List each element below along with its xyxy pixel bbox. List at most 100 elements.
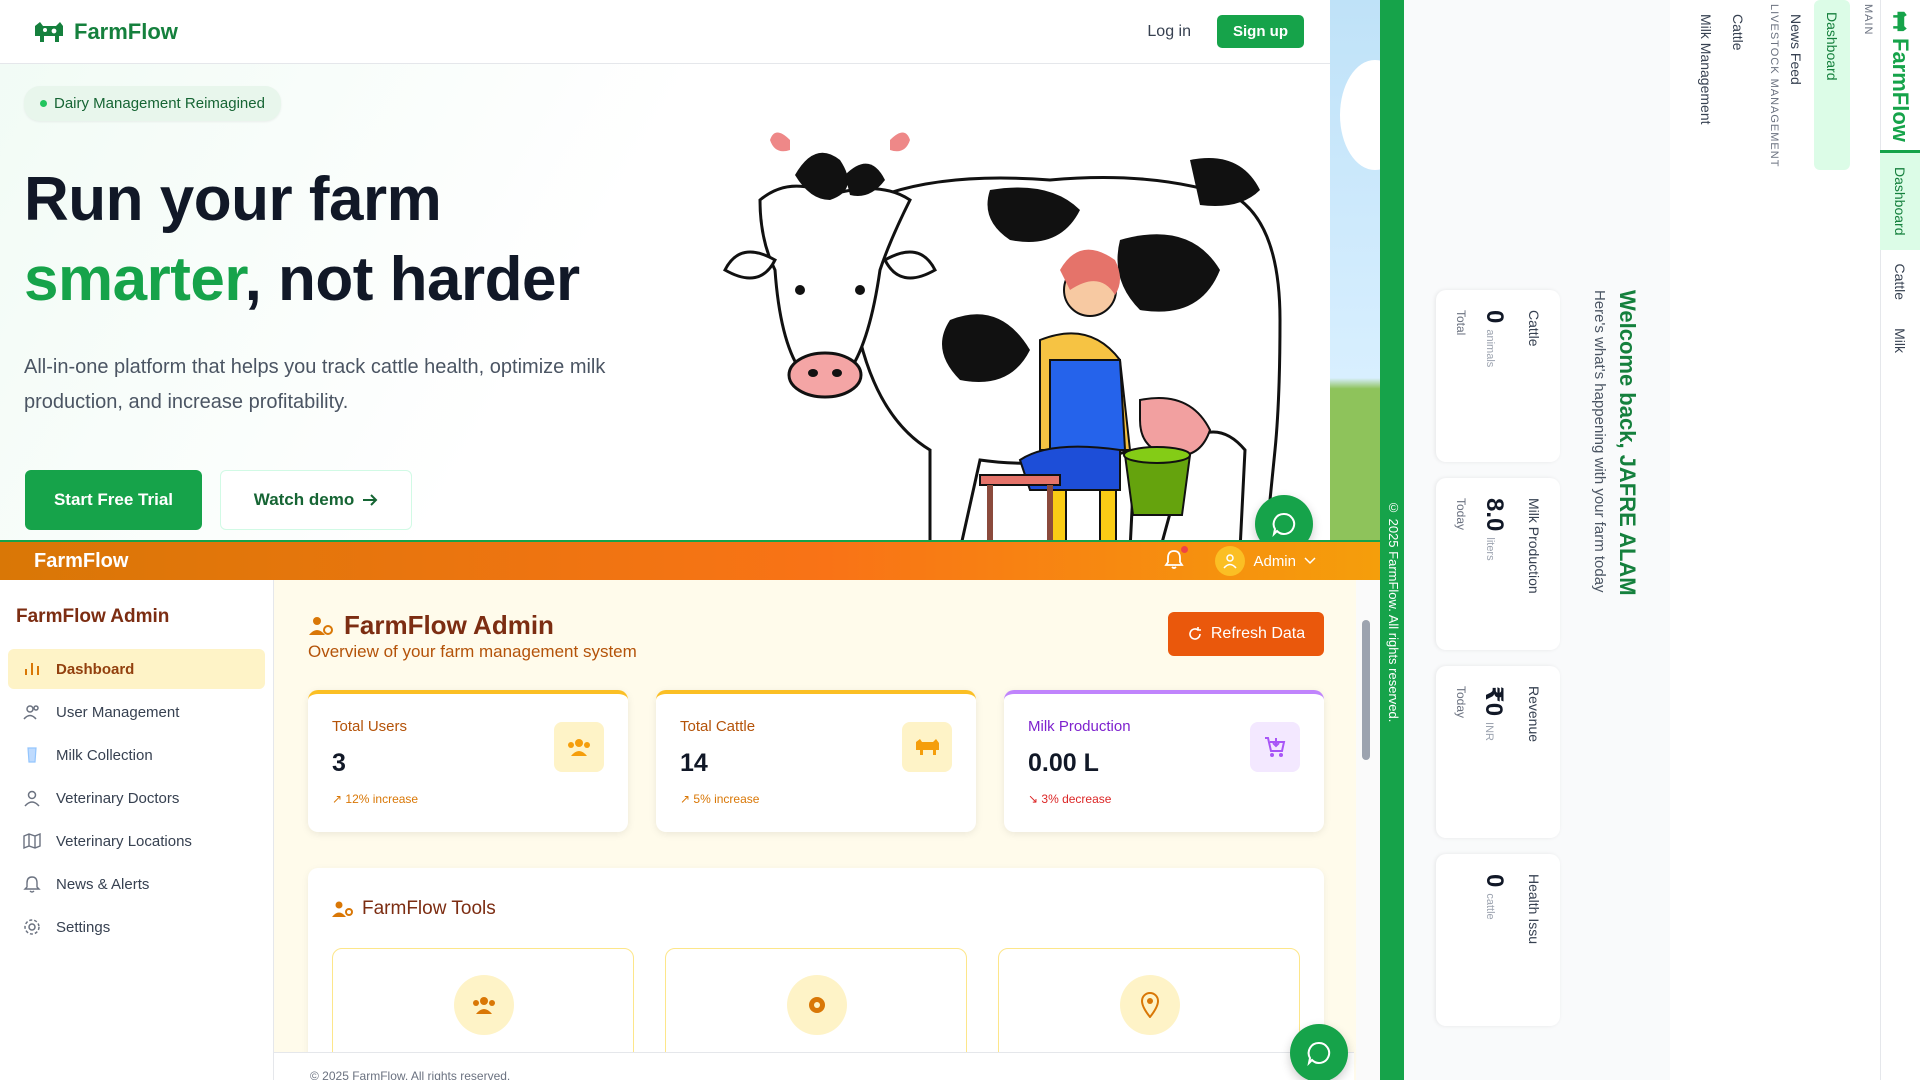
dashboard-nav: MAIN Dashboard News Feed LIVESTOCK MANAG… (1670, 0, 1880, 1080)
sidebar-item-dashboard[interactable]: Dashboard (8, 649, 265, 689)
card-title: Health Issu (1526, 874, 1542, 945)
scrollbar-thumb[interactable] (1362, 620, 1370, 760)
admin-topbar: FarmFlow Admin (0, 540, 1380, 580)
sidebar-title: FarmFlow Admin (16, 606, 170, 627)
stat-card-milk-production: Milk Production 0.00 L ↘ 3% decrease (1004, 690, 1324, 832)
nav-item-news-feed[interactable]: News Feed (1778, 14, 1814, 85)
card-value-number: 8.0 (1481, 498, 1508, 532)
green-divider-bar: © 2025 FarmFlow. All rights reserved. (1380, 0, 1404, 1080)
summary-card-milk-production: Milk Production 8.0 liters Today (1436, 478, 1560, 650)
admin-page-title-text: FarmFlow Admin (344, 610, 554, 640)
stat-delta-text: 5% increase (693, 792, 760, 806)
sidebar-item-label: Veterinary Locations (56, 832, 192, 850)
sidebar-item-veterinary-locations[interactable]: Veterinary Locations (8, 821, 265, 861)
user-gear-icon (332, 901, 353, 917)
tab-label: Dashboard (1892, 167, 1909, 236)
admin-dashboard: FarmFlow Admin FarmFlow Admin Dashboard … (0, 540, 1380, 1080)
watch-demo-label: Watch demo (253, 490, 355, 509)
refresh-data-label: Refresh Data (1210, 625, 1306, 642)
notification-dot (1181, 545, 1189, 553)
nav-section-main: MAIN (1862, 4, 1874, 36)
dashboard-brand-text: FarmFlow (1888, 38, 1914, 142)
landing-page: FarmFlow Log in Sign up Dairy Management… (0, 0, 1330, 540)
summary-card-cattle: Cattle 0 animals Total (1436, 290, 1560, 462)
hero-title-line1: Run your farm (24, 165, 442, 234)
chat-icon (1307, 1041, 1331, 1066)
rotated-dashboard-panel: FarmFlow Dashboard Cattle Milk MAIN Dash… (1404, 0, 1920, 1080)
sidebar-item-settings[interactable]: Settings (8, 907, 265, 947)
card-unit: animals (1484, 329, 1496, 368)
farmflow-tools-panel: FarmFlow Tools (308, 868, 1324, 1080)
card-unit: INR (1483, 722, 1495, 741)
tab-milk[interactable]: Milk (1881, 314, 1920, 367)
map-icon (23, 832, 41, 850)
landing-brand[interactable]: FarmFlow (32, 19, 178, 45)
cow-logo-icon (1893, 11, 1908, 32)
card-value-number: 0 (1481, 874, 1508, 888)
start-free-trial-button[interactable]: Start Free Trial (25, 470, 202, 530)
tools-heading-text: FarmFlow Tools (362, 898, 496, 919)
sidebar-item-veterinary-doctors[interactable]: Veterinary Doctors (8, 778, 265, 818)
chat-bubble-button[interactable] (1290, 1024, 1348, 1080)
sidebar-item-label: News & Alerts (56, 875, 150, 893)
nav-item-milk-management[interactable]: Milk Management (1688, 14, 1724, 125)
card-period: Total (1454, 310, 1468, 336)
login-link[interactable]: Log in (1147, 23, 1191, 41)
sidebar-item-label: User Management (56, 703, 180, 721)
signup-button[interactable]: Sign up (1217, 15, 1304, 48)
hero-subtitle: All-in-one platform that helps you track… (24, 356, 606, 413)
welcome-subheading: Here's what's happening with your farm t… (1591, 290, 1608, 593)
summary-card-revenue: Revenue ₹0 INR Today (1436, 666, 1560, 838)
stat-delta: ↗ 5% increase (680, 792, 760, 806)
gear-icon (787, 975, 847, 1035)
card-title: Revenue (1526, 686, 1542, 743)
card-value: 0 animals (1480, 310, 1508, 367)
nav-section-livestock: LIVESTOCK MANAGEMENT (1768, 4, 1780, 168)
user-menu[interactable]: Admin (1215, 546, 1316, 576)
bar-chart-icon (25, 663, 39, 675)
chevron-down-icon (1304, 557, 1316, 565)
landing-navbar: FarmFlow Log in Sign up (0, 0, 1330, 64)
sidebar-item-news-alerts[interactable]: News & Alerts (8, 864, 265, 904)
nav-item-dashboard[interactable]: Dashboard (1814, 0, 1850, 170)
sidebar-item-label: Settings (56, 918, 111, 936)
stat-delta-text: 3% decrease (1041, 792, 1112, 806)
nav-item-cattle[interactable]: Cattle (1720, 14, 1756, 51)
stat-delta: ↘ 3% decrease (1028, 792, 1112, 806)
gear-icon (24, 919, 40, 935)
sidebar-item-user-management[interactable]: User Management (8, 692, 265, 732)
refresh-icon (1189, 627, 1201, 640)
chat-icon (1272, 512, 1296, 537)
users-icon (554, 722, 604, 772)
user-icon (1223, 554, 1238, 569)
card-title: Milk Production (1526, 498, 1542, 594)
summary-card-health-issues: Health Issu 0 cattle (1436, 854, 1560, 1026)
admin-scrollbar[interactable] (1356, 580, 1380, 1080)
bell-icon (23, 876, 41, 893)
card-value: 0 cattle (1480, 874, 1508, 920)
notification-bell-icon[interactable] (1163, 545, 1189, 575)
stat-delta: ↗ 12% increase (332, 792, 419, 806)
watch-demo-button[interactable]: Watch demo (220, 470, 412, 530)
admin-footer-text: © 2025 FarmFlow. All rights reserved. (310, 1069, 511, 1080)
card-title: Cattle (1526, 310, 1542, 347)
sidebar-item-milk-collection[interactable]: Milk Collection (8, 735, 265, 775)
user-icon (24, 790, 40, 807)
nav-item-label: Milk Management (1698, 14, 1714, 125)
card-period: Today (1454, 498, 1468, 531)
dashboard-brand[interactable]: FarmFlow (1888, 10, 1914, 150)
arrow-right-icon (363, 494, 378, 506)
sky-background-strip (1330, 0, 1410, 540)
card-value: 8.0 liters (1480, 498, 1508, 561)
users-icon (454, 975, 514, 1035)
card-unit: liters (1484, 537, 1496, 561)
hero-badge: Dairy Management Reimagined (24, 86, 281, 121)
refresh-data-button[interactable]: Refresh Data (1168, 612, 1324, 656)
tab-dashboard[interactable]: Dashboard (1880, 150, 1920, 250)
cart-icon (1250, 722, 1300, 772)
tab-cattle[interactable]: Cattle (1881, 250, 1920, 315)
tab-label: Cattle (1892, 263, 1909, 301)
milk-icon (27, 747, 37, 763)
admin-brand[interactable]: FarmFlow (34, 550, 128, 573)
user-role-label: Admin (1253, 552, 1296, 570)
